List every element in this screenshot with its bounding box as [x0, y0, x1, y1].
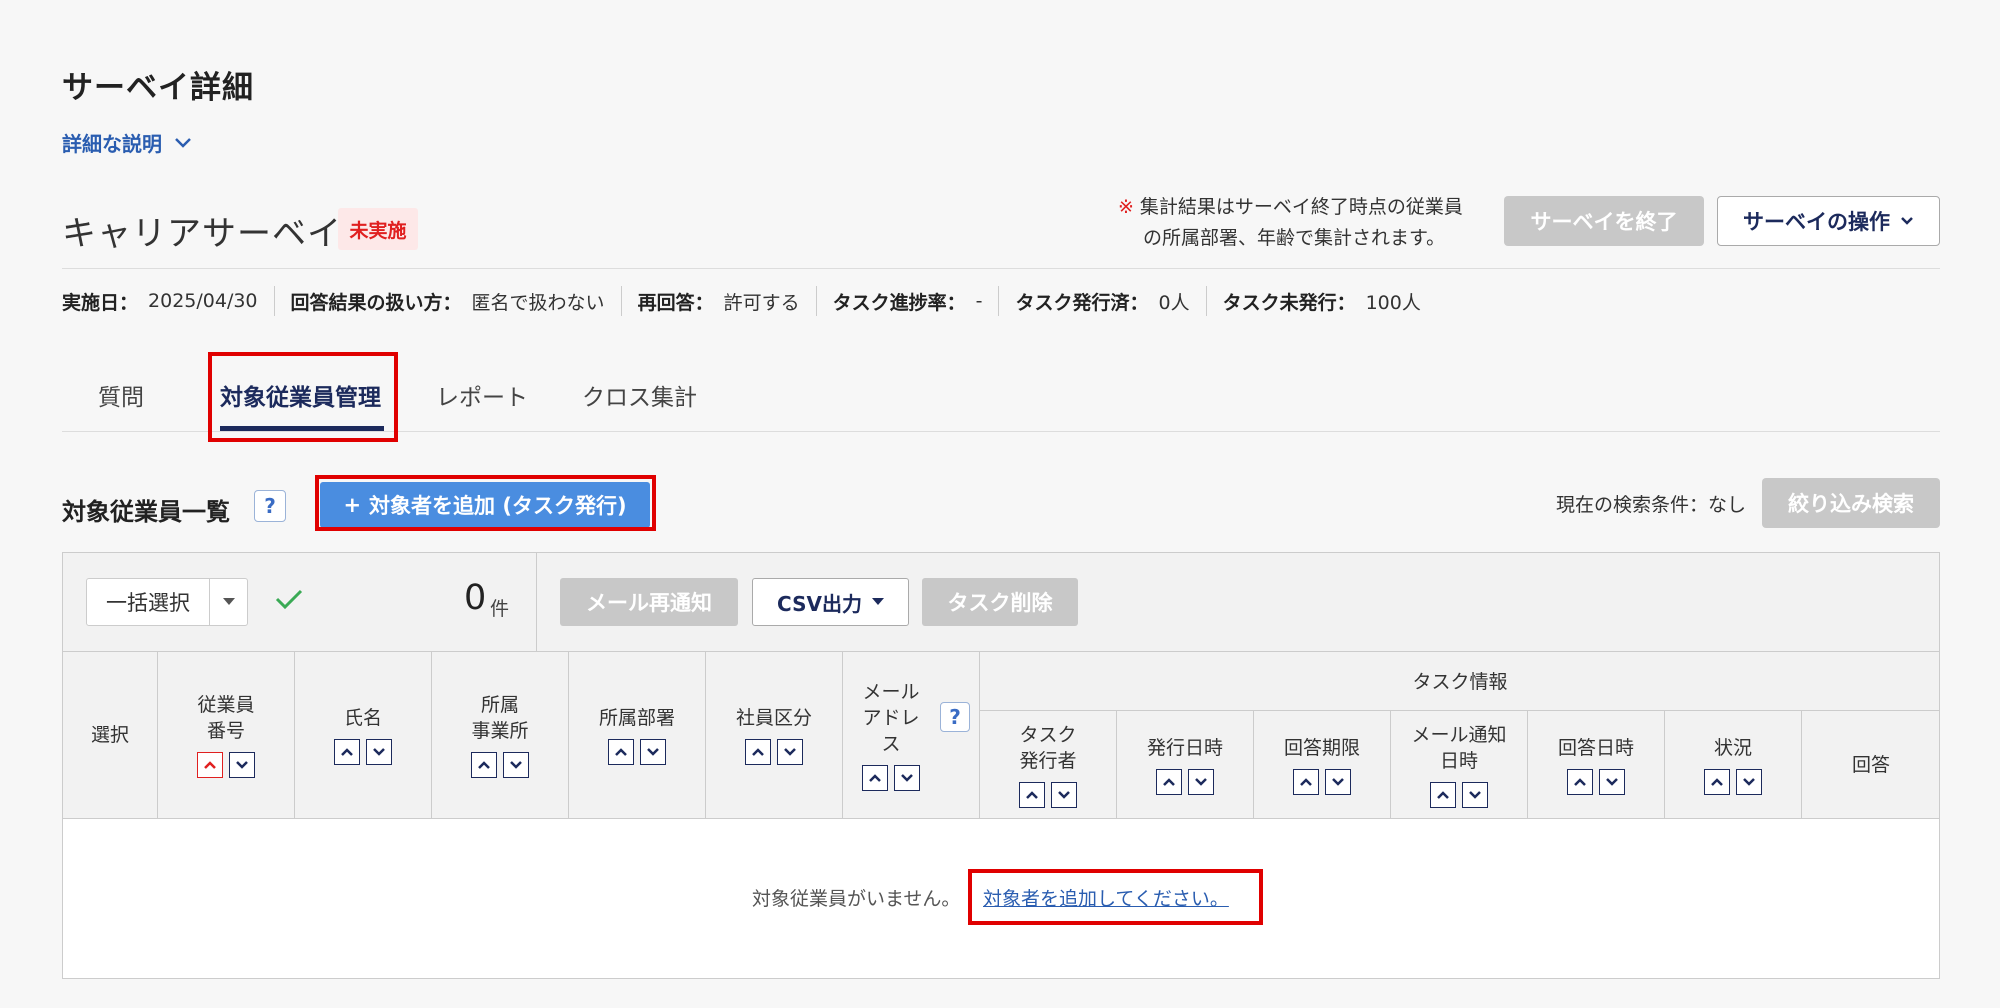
sort-asc-icon[interactable]	[334, 739, 360, 765]
caret-down-icon	[222, 598, 235, 605]
sort-desc-icon[interactable]	[640, 739, 666, 765]
column-issue-date: 発行日時	[1116, 711, 1253, 819]
sort-desc-icon[interactable]	[503, 752, 529, 778]
empty-message: 対象従業員がいません。	[752, 888, 961, 910]
status-badge: 未実施	[338, 208, 418, 250]
column-answer-date: 回答日時	[1527, 711, 1664, 819]
sort-desc-icon[interactable]	[1599, 769, 1625, 795]
description-toggle[interactable]: 詳細な説明	[62, 128, 192, 157]
info-date: 実施日： 2025/04/30	[62, 290, 258, 314]
page-title: サーベイ詳細	[62, 70, 254, 106]
column-select: 選択	[90, 724, 129, 746]
bulk-select-label[interactable]: 一括選択	[87, 579, 209, 625]
end-survey-button[interactable]: サーベイを終了	[1504, 196, 1704, 246]
column-status: 状況	[1664, 711, 1801, 819]
highlight-box	[968, 869, 1263, 925]
tab-cross-tabulation[interactable]: クロス集計	[582, 378, 697, 412]
column-mail-address: メール アドレス	[842, 651, 979, 819]
note-line-2: の所属部署、年齢で集計されます。	[1143, 227, 1446, 249]
sort-asc-icon[interactable]	[1019, 782, 1045, 808]
column-department: 所属部署	[568, 651, 705, 819]
filter-search-button[interactable]: 絞り込み検索	[1762, 478, 1940, 528]
sort-asc-icon[interactable]	[1293, 769, 1319, 795]
sort-asc-icon[interactable]	[862, 765, 888, 791]
sort-desc-icon[interactable]	[229, 752, 255, 778]
csv-export-label: CSV出力	[777, 591, 862, 616]
sort-asc-icon[interactable]	[745, 739, 771, 765]
column-name: 氏名	[294, 651, 431, 819]
divider	[62, 268, 1940, 269]
highlight-box	[315, 475, 656, 531]
aggregation-note: ※ 集計結果はサーベイ終了時点の従業員 の所属部署、年齢で集計されます。	[1118, 192, 1498, 254]
info-reanswer: 再回答： 許可する	[620, 286, 816, 316]
caret-down-icon	[871, 598, 884, 605]
bulk-select-dropdown[interactable]	[209, 579, 247, 625]
tab-report[interactable]: レポート	[436, 378, 528, 412]
sort-desc-icon[interactable]	[1051, 782, 1077, 808]
tab-questions[interactable]: 質問	[98, 378, 144, 412]
info-issued: タスク発行済： 0人	[998, 286, 1205, 316]
highlight-box	[208, 352, 398, 442]
description-toggle-label: 詳細な説明	[62, 132, 162, 156]
search-condition: 現在の検索条件：なし	[1556, 494, 1747, 516]
column-group-task-info: タスク情報	[979, 651, 1940, 711]
survey-operations-label: サーベイの操作	[1743, 210, 1890, 234]
toolbar-divider	[536, 552, 537, 652]
column-deadline: 回答期限	[1253, 711, 1390, 819]
sort-asc-icon[interactable]	[1156, 769, 1182, 795]
sort-desc-icon[interactable]	[1462, 782, 1488, 808]
selected-count: 0	[464, 578, 487, 618]
section-title: 対象従業員一覧	[62, 498, 230, 526]
csv-export-button[interactable]: CSV出力	[752, 578, 909, 626]
sort-desc-icon[interactable]	[366, 739, 392, 765]
sort-desc-icon[interactable]	[894, 765, 920, 791]
sort-asc-icon[interactable]	[1567, 769, 1593, 795]
sort-desc-icon[interactable]	[1188, 769, 1214, 795]
column-mail-notify-date: メール通知 日時	[1390, 711, 1527, 819]
survey-info-bar: 実施日： 2025/04/30 回答結果の扱い方： 匿名で扱わない 再回答： 許可する…	[62, 286, 1437, 316]
note-line-1: 集計結果はサーベイ終了時点の従業員	[1139, 196, 1463, 218]
help-icon[interactable]: ?	[254, 490, 286, 522]
info-handling: 回答結果の扱い方： 匿名で扱わない	[273, 286, 621, 316]
sort-asc-icon[interactable]	[1430, 782, 1456, 808]
sort-desc-icon[interactable]	[1325, 769, 1351, 795]
column-answer: 回答	[1801, 711, 1940, 819]
info-unissued: タスク未発行： 100人	[1205, 286, 1437, 316]
sort-asc-icon[interactable]	[471, 752, 497, 778]
survey-operations-button[interactable]: サーベイの操作	[1717, 196, 1940, 246]
column-office: 所属 事業所	[431, 651, 568, 819]
check-icon	[274, 584, 304, 619]
note-mark: ※	[1118, 196, 1134, 218]
chevron-down-icon	[1901, 217, 1913, 225]
column-employee-type: 社員区分	[705, 651, 842, 819]
task-delete-button[interactable]: タスク削除	[922, 578, 1078, 626]
sort-asc-icon[interactable]	[1704, 769, 1730, 795]
sort-asc-icon[interactable]	[608, 739, 634, 765]
sort-desc-icon[interactable]	[1736, 769, 1762, 795]
column-task-issuer: タスク 発行者	[979, 711, 1116, 819]
chevron-down-icon	[175, 137, 191, 148]
bulk-select-control[interactable]: 一括選択	[86, 578, 248, 626]
sort-desc-icon[interactable]	[777, 739, 803, 765]
help-icon[interactable]: ?	[940, 702, 970, 732]
column-employee-number: 従業員 番号	[157, 651, 294, 819]
mail-resend-button[interactable]: メール再通知	[560, 578, 738, 626]
survey-name: キャリアサーベイ	[62, 214, 342, 254]
sort-asc-icon[interactable]	[197, 752, 223, 778]
selected-count-unit: 件	[490, 598, 510, 620]
info-progress: タスク進捗率： -	[815, 286, 999, 316]
